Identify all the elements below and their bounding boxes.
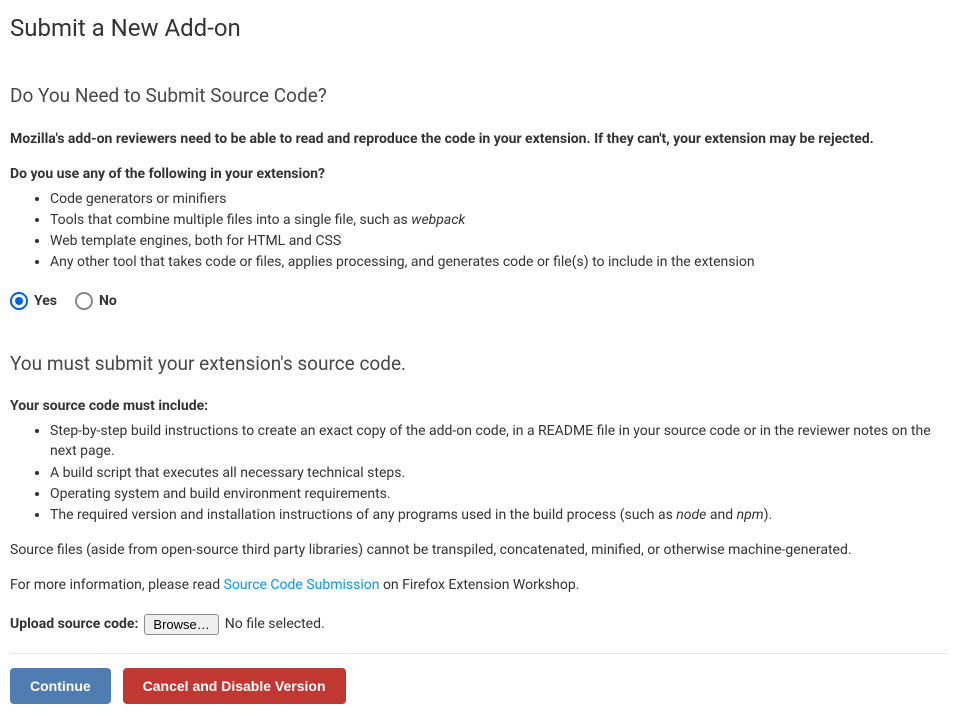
- must-submit-heading: You must submit your extension's source …: [10, 350, 948, 379]
- radio-no-label: No: [99, 291, 117, 312]
- source-code-submission-link[interactable]: Source Code Submission: [224, 577, 380, 593]
- upload-label: Upload source code:: [10, 614, 138, 635]
- tools-list: Code generators or minifiers Tools that …: [10, 189, 948, 273]
- list-item-em: webpack: [411, 212, 465, 228]
- list-item-em: npm: [737, 507, 764, 523]
- file-status: No file selected.: [225, 614, 325, 635]
- list-item: Web template engines, both for HTML and …: [50, 231, 948, 251]
- list-item-text: Tools that combine multiple files into a…: [50, 212, 411, 228]
- cancel-button[interactable]: Cancel and Disable Version: [123, 668, 346, 704]
- tools-question: Do you use any of the following in your …: [10, 164, 948, 185]
- source-code-question-heading: Do You Need to Submit Source Code?: [10, 82, 948, 111]
- list-item-text: and: [706, 507, 736, 523]
- radio-yes-label: Yes: [34, 291, 57, 312]
- list-item: The required version and installation in…: [50, 505, 948, 525]
- list-item-text: ).: [764, 507, 773, 523]
- source-files-note: Source files (aside from open-source thi…: [10, 540, 948, 561]
- source-code-radio-group: Yes No: [10, 291, 948, 312]
- browse-button[interactable]: Browse…: [144, 614, 218, 635]
- requirements-list: Step-by-step build instructions to creat…: [10, 421, 948, 525]
- continue-button[interactable]: Continue: [10, 668, 111, 704]
- list-item: Operating system and build environment r…: [50, 484, 948, 504]
- list-item: A build script that executes all necessa…: [50, 463, 948, 483]
- radio-icon: [10, 292, 28, 310]
- radio-icon: [75, 292, 93, 310]
- more-info-line: For more information, please read Source…: [10, 575, 948, 596]
- list-item: Step-by-step build instructions to creat…: [50, 421, 948, 462]
- info-text-pre: For more information, please read: [10, 577, 224, 593]
- list-item: Any other tool that takes code or files,…: [50, 252, 948, 272]
- list-item: Tools that combine multiple files into a…: [50, 210, 948, 230]
- intro-text: Mozilla's add-on reviewers need to be ab…: [10, 129, 948, 150]
- list-item-em: node: [676, 507, 706, 523]
- action-buttons: Continue Cancel and Disable Version: [10, 668, 948, 704]
- must-include-label: Your source code must include:: [10, 396, 948, 417]
- radio-no[interactable]: No: [75, 291, 117, 312]
- list-item: Code generators or minifiers: [50, 189, 948, 209]
- info-text-post: on Firefox Extension Workshop.: [379, 577, 579, 593]
- page-title: Submit a New Add-on: [10, 10, 948, 46]
- divider: [10, 653, 948, 654]
- upload-row: Upload source code: Browse… No file sele…: [10, 614, 948, 635]
- list-item-text: The required version and installation in…: [50, 507, 676, 523]
- radio-yes[interactable]: Yes: [10, 291, 57, 312]
